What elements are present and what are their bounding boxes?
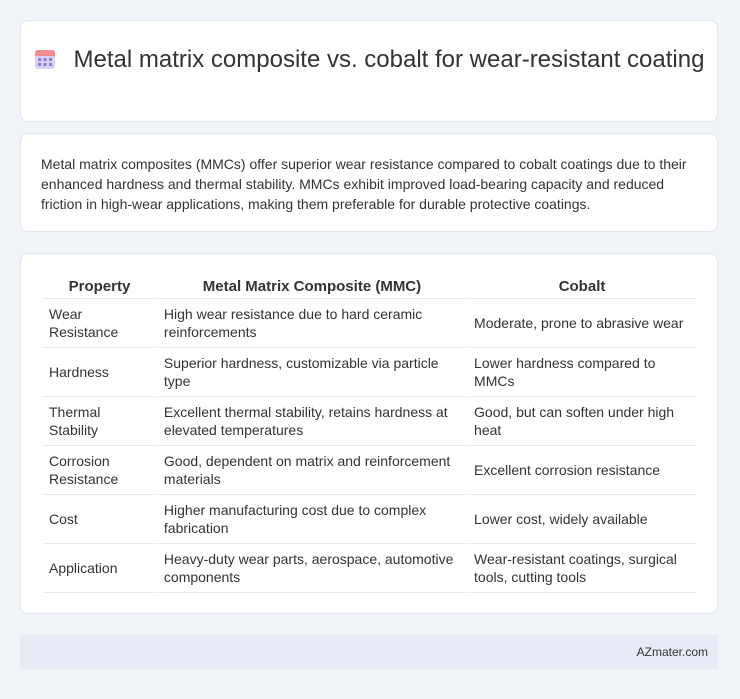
table-row: Corrosion Resistance Good, dependent on …: [43, 446, 696, 495]
table-header-row: Property Metal Matrix Composite (MMC) Co…: [43, 274, 696, 299]
header-cobalt: Cobalt: [468, 274, 696, 299]
cell-cobalt: Lower hardness compared to MMCs: [468, 348, 696, 397]
header-property: Property: [43, 274, 156, 299]
footer-bar: AZmater.com: [20, 635, 718, 669]
title-wrap: Metal matrix composite vs. cobalt for we…: [21, 45, 717, 75]
comparison-table: Property Metal Matrix Composite (MMC) Co…: [41, 274, 698, 593]
cell-property: Corrosion Resistance: [43, 446, 156, 495]
table-row: Hardness Superior hardness, customizable…: [43, 348, 696, 397]
cell-cobalt: Wear-resistant coatings, surgical tools,…: [468, 544, 696, 593]
cell-mmc: Heavy-duty wear parts, aerospace, automo…: [157, 544, 467, 593]
footer-brand[interactable]: AZmater.com: [637, 645, 708, 659]
calendar-icon: [34, 50, 55, 69]
cell-cobalt: Moderate, prone to abrasive wear: [468, 299, 696, 348]
table-row: Cost Higher manufacturing cost due to co…: [43, 495, 696, 544]
summary-text: Metal matrix composites (MMCs) offer sup…: [41, 156, 687, 212]
table-row: Application Heavy-duty wear parts, aeros…: [43, 544, 696, 593]
cell-property: Cost: [43, 495, 156, 544]
cell-mmc: High wear resistance due to hard ceramic…: [157, 299, 467, 348]
table-row: Wear Resistance High wear resistance due…: [43, 299, 696, 348]
cell-mmc: Higher manufacturing cost due to complex…: [157, 495, 467, 544]
cell-cobalt: Good, but can soften under high heat: [468, 397, 696, 446]
table-card: Property Metal Matrix Composite (MMC) Co…: [20, 253, 718, 614]
summary-card: Metal matrix composites (MMCs) offer sup…: [20, 133, 718, 232]
page-title: Metal matrix composite vs. cobalt for we…: [73, 46, 705, 73]
cell-mmc: Superior hardness, customizable via part…: [157, 348, 467, 397]
cell-mmc: Good, dependent on matrix and reinforcem…: [157, 446, 467, 495]
cell-property: Application: [43, 544, 156, 593]
cell-cobalt: Excellent corrosion resistance: [468, 446, 696, 495]
cell-property: Wear Resistance: [43, 299, 156, 348]
cell-property: Thermal Stability: [43, 397, 156, 446]
cell-cobalt: Lower cost, widely available: [468, 495, 696, 544]
cell-property: Hardness: [43, 348, 156, 397]
table-row: Thermal Stability Excellent thermal stab…: [43, 397, 696, 446]
cell-mmc: Excellent thermal stability, retains har…: [157, 397, 467, 446]
title-card: Metal matrix composite vs. cobalt for we…: [20, 20, 718, 122]
header-mmc: Metal Matrix Composite (MMC): [157, 274, 467, 299]
